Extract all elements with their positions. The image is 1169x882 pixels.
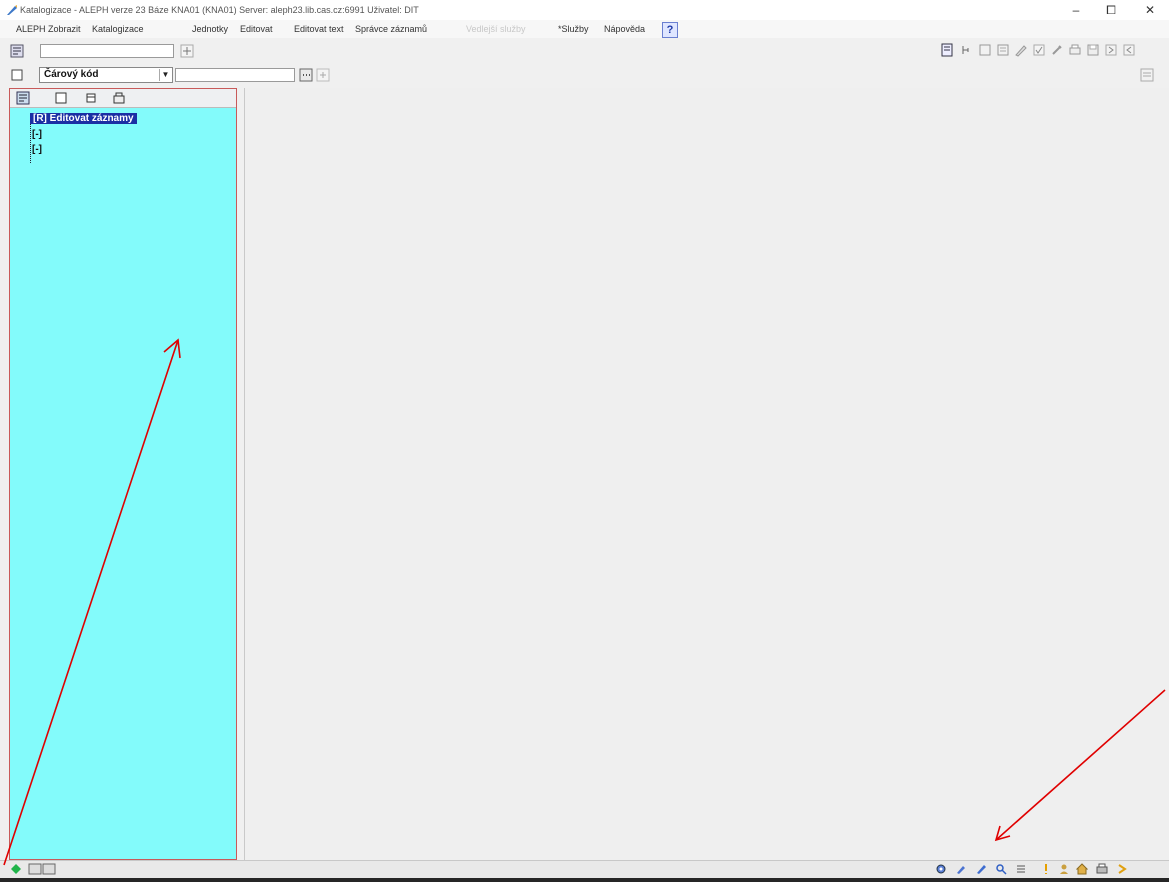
panel-icon[interactable] [1140, 68, 1154, 82]
toolbar-row-1 [0, 40, 1169, 62]
tab-tree-icon[interactable] [16, 91, 30, 105]
catalog-tree-icon[interactable] [10, 44, 24, 58]
duplicate-icon[interactable] [996, 43, 1010, 57]
add-icon[interactable] [316, 68, 330, 82]
menu-jednotky[interactable]: Jednotky [192, 24, 228, 34]
tab-holdings-icon[interactable] [112, 91, 126, 105]
record-icon[interactable] [10, 68, 24, 82]
new-record-icon[interactable] [940, 43, 954, 57]
copy-record-icon[interactable] [978, 43, 992, 57]
settings-icon[interactable] [935, 863, 947, 875]
menu-katalogizace[interactable]: Katalogizace [92, 24, 144, 34]
search-type-select[interactable]: Čárový kód ▼ [39, 67, 173, 83]
exit-icon[interactable] [1116, 863, 1128, 875]
save-icon[interactable] [1086, 43, 1100, 57]
pencil-icon[interactable] [955, 863, 967, 875]
tools-icon[interactable] [1050, 43, 1064, 57]
status-bar [0, 860, 1169, 879]
menu-editovat-text[interactable]: Editovat text [294, 24, 344, 34]
tree-node-edit-records[interactable]: [R] Editovat záznamy [30, 113, 137, 124]
menu-spravce-zaznamu[interactable]: Správce záznamů [355, 24, 427, 34]
plus-icon[interactable] [180, 44, 194, 58]
title-bar: Katalogizace - ALEPH verze 23 Báze KNA01… [0, 0, 1169, 20]
help-icon-button[interactable]: ? [662, 22, 678, 38]
close-button[interactable]: ✕ [1136, 2, 1164, 18]
menu-aleph[interactable]: ALEPH [16, 24, 46, 34]
window-title: Katalogizace - ALEPH verze 23 Báze KNA01… [20, 5, 419, 15]
search-type-value: Čárový kód [44, 69, 99, 80]
menu-napoveda[interactable]: Nápověda [604, 24, 645, 34]
status-panel-icon[interactable] [28, 863, 56, 875]
taskbar-edge [0, 878, 1169, 882]
tree-tab-bar [10, 89, 236, 108]
user-icon[interactable] [1058, 863, 1070, 875]
chevron-down-icon[interactable]: ▼ [159, 69, 171, 81]
maximize-button[interactable]: ⧠ [1097, 2, 1125, 18]
menu-zobrazit[interactable]: Zobrazit [48, 24, 81, 34]
aleph-app-icon [7, 5, 17, 15]
check-icon[interactable] [1032, 43, 1046, 57]
tree-node-empty-1[interactable]: [-] [32, 129, 42, 140]
tab-record-icon[interactable] [54, 91, 68, 105]
tab-items-icon[interactable] [84, 91, 98, 105]
tree-connector [30, 119, 31, 163]
menu-bar: ALEPH Zobrazit Katalogizace Jednotky Edi… [0, 20, 1169, 38]
record-tree-panel[interactable]: [R] Editovat záznamy [-] [-] [9, 88, 237, 860]
main-work-area [244, 88, 1169, 860]
menu-editovat[interactable]: Editovat [240, 24, 273, 34]
print-job-icon[interactable] [1096, 863, 1108, 875]
list-icon[interactable] [1015, 863, 1027, 875]
menu-sluzby[interactable]: *Služby [558, 24, 589, 34]
print-icon[interactable] [1068, 43, 1082, 57]
menu-vedlejsi-sluzby[interactable]: Vedlejší služby [466, 24, 526, 34]
connection-status-icon [11, 864, 21, 874]
home-icon[interactable] [1076, 863, 1088, 875]
edit-tag-icon[interactable] [975, 863, 987, 875]
info-icon[interactable] [1040, 863, 1052, 875]
link-icon[interactable] [960, 43, 974, 57]
arrow-right-icon[interactable] [1104, 43, 1118, 57]
tree-node-empty-2[interactable]: [-] [32, 144, 42, 155]
edit-icon[interactable] [1014, 43, 1028, 57]
search-input[interactable] [175, 68, 295, 82]
minimize-button[interactable]: – [1062, 2, 1090, 18]
browse-icon[interactable] [299, 68, 313, 82]
search-record-icon[interactable] [995, 863, 1007, 875]
arrow-left-icon[interactable] [1122, 43, 1136, 57]
record-id-field[interactable] [40, 44, 174, 58]
